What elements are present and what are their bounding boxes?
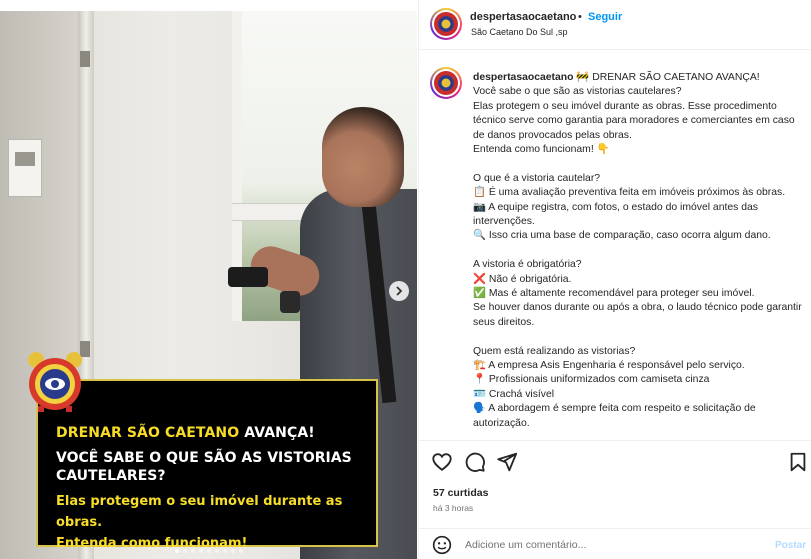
post-header: despertasaocaetano • Seguir São Caetano … <box>419 0 811 50</box>
caption-line: Você sabe o que são as vistorias cautela… <box>473 86 682 98</box>
slide-indicator <box>0 549 417 553</box>
next-slide-button[interactable] <box>389 281 409 301</box>
caption-line: 📍 Profissionais uniformizados com camise… <box>473 374 710 386</box>
photo-wall-meter <box>8 139 42 197</box>
header-username[interactable]: despertasaocaetano <box>470 11 576 23</box>
post-actions: 57 curtidas há 3 horas Postar <box>419 440 811 558</box>
caption-line: Elas protegem o seu imóvel durante as ob… <box>473 100 798 141</box>
comment-button[interactable] <box>464 451 486 473</box>
slide-dot[interactable] <box>206 549 211 553</box>
slide-dot[interactable] <box>214 549 219 553</box>
caption-avatar[interactable] <box>430 67 462 99</box>
slide-dot[interactable] <box>222 549 227 553</box>
overlay-title: DRENAR SÃO CAETANO AVANÇA! <box>56 425 362 441</box>
caption-line: 🗣️ A abordagem é sempre feita com respei… <box>473 403 759 429</box>
caption-line: ❌ Não é obrigatória. <box>473 273 572 285</box>
caption-line: 🪪 Crachá visível <box>473 388 555 400</box>
caption-line <box>473 330 809 344</box>
instagram-post-view: DRENAR SÃO CAETANO AVANÇA! VOCÊ SABE O Q… <box>0 0 811 559</box>
caption-line: 🏗️ A empresa Asis Engenharia é responsáv… <box>473 360 745 372</box>
slide-dot[interactable] <box>182 549 187 553</box>
slide-dot[interactable] <box>198 549 203 553</box>
caption-line: 🔍 Isso cria uma base de comparação, caso… <box>473 230 771 242</box>
bookmark-icon <box>790 452 806 472</box>
photo-watch <box>280 291 300 313</box>
comment-icon <box>465 452 485 472</box>
caption-title: 🚧 DRENAR SÃO CAETANO AVANÇA! <box>573 72 760 83</box>
caption-line: O que é a vistoria cautelar? <box>473 172 601 184</box>
caption-line: 📋 É uma avaliação preventiva feita em im… <box>473 187 786 199</box>
slide-dot[interactable] <box>238 549 243 553</box>
caption-line: Quem está realizando as vistorias? <box>473 345 636 357</box>
header-separator: • <box>578 11 582 23</box>
avatar[interactable] <box>430 8 462 40</box>
alarm-clock-logo <box>28 352 82 412</box>
overlay-title-highlight: DRENAR SÃO CAETANO <box>56 425 240 441</box>
overlay-subtitle: Elas protegem o seu imóvel durante as ob… <box>56 491 362 554</box>
like-count[interactable]: 57 curtidas <box>433 487 488 499</box>
caption-line: 📷 A equipe registra, com fotos, o estado… <box>473 201 761 228</box>
overlay-line-protect: Elas protegem o seu imóvel durante as ob… <box>56 494 343 530</box>
post-timestamp[interactable]: há 3 horas <box>433 503 473 513</box>
emoji-button[interactable] <box>432 535 452 555</box>
share-button[interactable] <box>496 451 518 473</box>
caption-text: despertasaocaetano 🚧 DRENAR SÃO CAETANO … <box>473 71 809 431</box>
post-side-panel: despertasaocaetano • Seguir São Caetano … <box>418 0 811 559</box>
overlay-text-box: DRENAR SÃO CAETANO AVANÇA! VOCÊ SABE O Q… <box>36 379 378 551</box>
slide-dot[interactable] <box>230 549 235 553</box>
post-media[interactable]: DRENAR SÃO CAETANO AVANÇA! VOCÊ SABE O Q… <box>0 11 417 559</box>
heart-icon <box>432 453 452 471</box>
caption-line: despertasaocaetano 🚧 DRENAR SÃO CAETANO … <box>473 71 809 85</box>
caption-username[interactable]: despertasaocaetano <box>473 72 574 83</box>
caption-line: A vistoria é obrigatória? <box>473 259 582 271</box>
share-icon <box>497 452 518 472</box>
follow-button[interactable]: Seguir <box>588 11 622 23</box>
overlay-title-rest: AVANÇA! <box>239 425 315 441</box>
header-location[interactable]: São Caetano Do Sul ,sp <box>471 27 568 37</box>
door-hinge <box>80 51 90 67</box>
caption-line: Se houver danos durante ou após a obra, … <box>473 302 805 328</box>
slide-dot[interactable] <box>174 549 179 553</box>
caption-line: ✅ Mas é altamente recomendável para prot… <box>473 288 755 300</box>
chevron-right-icon <box>396 286 403 296</box>
emoji-icon <box>432 535 452 555</box>
save-button[interactable] <box>787 451 809 473</box>
like-button[interactable] <box>431 451 453 473</box>
caption-area: despertasaocaetano 🚧 DRENAR SÃO CAETANO … <box>419 51 811 439</box>
overlay-question: VOCÊ SABE O QUE SÃO AS VISTORIAS CAUTELA… <box>56 450 352 484</box>
slide-dot[interactable] <box>190 549 195 553</box>
caption-line <box>473 244 809 258</box>
comment-input[interactable] <box>465 539 755 551</box>
caption-line <box>473 157 809 171</box>
photo-camera <box>228 267 268 287</box>
post-comment-button[interactable]: Postar <box>775 540 806 551</box>
photo-person-head <box>322 107 404 207</box>
caption-line: Entenda como funcionam! 👇 <box>473 144 610 156</box>
comment-composer: Postar <box>419 528 811 559</box>
